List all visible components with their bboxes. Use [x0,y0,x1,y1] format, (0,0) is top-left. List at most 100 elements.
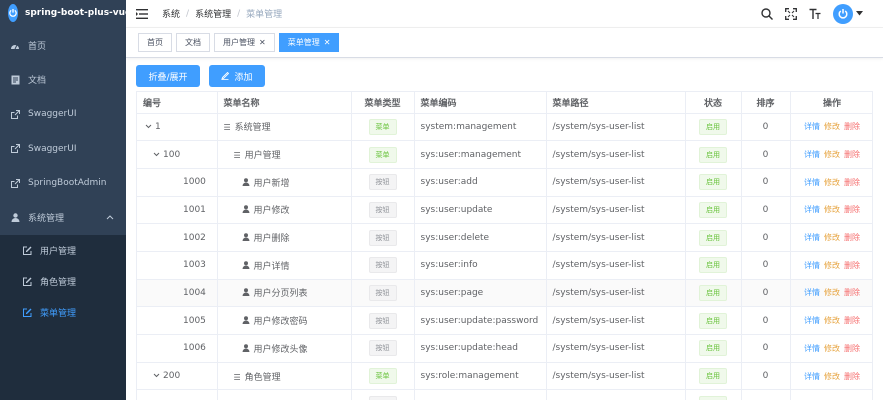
cell-code: sys:user:info [414,251,547,280]
detail-link[interactable]: 详情 [804,288,820,297]
sidebar-item-swaggerui-2[interactable]: SwaggerUI [0,132,126,167]
table-row[interactable]: 1005 用户修改密码 按钮 sys:user:update:password/sys… [137,306,872,335]
delete-link[interactable]: 删除 [844,122,860,131]
cell-type: 按钮 [351,306,415,335]
edit-link[interactable]: 修改 [824,233,840,242]
user-icon [242,288,250,298]
edit-link[interactable]: 修改 [824,205,840,214]
table-row[interactable]: 1004 用户分页列表 按钮 sys:user:page/system/sys-use… [137,279,872,308]
cell-id [137,389,218,400]
user-avatar[interactable] [833,4,863,24]
table-row[interactable]: 1 ☰ 系统管理 菜单 system:management/system/sys-use… [137,113,872,142]
cell-code: sys:user:update:password [414,306,547,335]
type-badge: 菜单 [368,368,397,385]
close-icon[interactable]: ✕ [324,38,331,47]
sidebar-item-home[interactable]: 首页 [0,28,126,63]
chevron-down-icon[interactable] [153,371,163,380]
delete-link[interactable]: 删除 [844,316,860,325]
edit-link[interactable]: 修改 [824,178,840,187]
edit-link[interactable]: 修改 [824,344,840,353]
button-label: 添加 [234,72,253,83]
delete-link[interactable]: 删除 [844,344,860,353]
search-icon[interactable] [761,8,773,20]
sidebar-item-springbootadmin[interactable]: SpringBootAdmin [0,166,126,201]
cell-operations: 详情 修改 删除 [790,362,872,391]
table-row[interactable]: 100 ☰ 用户管理 菜单 sys:user:management/system/sys… [137,140,872,169]
type-badge: 菜单 [368,146,397,163]
delete-link[interactable]: 删除 [844,205,860,214]
table-row[interactable]: 1000 用户新增 按钮 sys:user:add/system/sys-user-l… [137,168,872,197]
edit-link[interactable]: 修改 [824,150,840,159]
dashboard-icon [9,41,21,50]
cell-status: 启用 [685,196,742,225]
detail-link[interactable]: 详情 [804,261,820,270]
table-row[interactable]: 按钮 启用 [137,389,872,400]
sidebar-item-user-management[interactable]: 用户管理 [0,235,126,266]
sidebar-item-role-management[interactable]: 角色管理 [0,266,126,297]
breadcrumb-item[interactable]: 系统管理 [195,7,231,20]
cell-sort: 0 [741,223,791,252]
top-header: 系统 / 系统管理 / 菜单管理 [126,0,883,28]
fullscreen-icon[interactable] [785,8,797,20]
breadcrumb-item[interactable]: 系统 [162,7,180,20]
tag-home[interactable]: 首页 [138,33,172,52]
sidebar-item-swaggerui[interactable]: SwaggerUI [0,97,126,132]
table-row[interactable]: 1003 用户详情 按钮 sys:user:info/system/sys-user-… [137,251,872,280]
status-badge: 启用 [699,368,727,385]
cell-id: 100 [137,140,218,169]
cell-type: 按钮 [351,389,415,400]
cell-path: /system/sys-user-list [546,113,686,142]
cell-path: /system/sys-user-list [546,334,686,363]
status-badge: 启用 [699,257,727,274]
edit-link[interactable]: 修改 [824,288,840,297]
cell-name: 用户删除 [217,223,352,252]
detail-link[interactable]: 详情 [804,316,820,325]
delete-link[interactable]: 删除 [844,372,860,381]
delete-link[interactable]: 删除 [844,261,860,270]
tag-menu-management[interactable]: 菜单管理 ✕ [278,33,340,52]
edit-link[interactable]: 修改 [824,372,840,381]
table-row[interactable]: 1006 用户修改头像 按钮 sys:user:update:head/system/… [137,334,872,363]
tag-user-management[interactable]: 用户管理 ✕ [214,33,275,52]
cell-name: ☰ 用户管理 [217,140,352,169]
table-row[interactable]: 1002 用户删除 按钮 sys:user:delete/system/sys-use… [137,223,872,252]
chevron-down-icon[interactable] [145,122,155,131]
cell-operations: 详情 修改 删除 [790,168,872,197]
hamburger-icon[interactable] [136,7,150,21]
detail-link[interactable]: 详情 [804,205,820,214]
collapse-expand-button[interactable]: 折叠/展开 [136,65,200,87]
delete-link[interactable]: 删除 [844,233,860,242]
cell-code: system:management [414,113,547,142]
close-icon[interactable]: ✕ [259,38,266,47]
detail-link[interactable]: 详情 [804,372,820,381]
detail-link[interactable]: 详情 [804,233,820,242]
add-button[interactable]: 添加 [209,65,265,87]
detail-link[interactable]: 详情 [804,178,820,187]
edit-link[interactable]: 修改 [824,261,840,270]
cell-name: ☰ 系统管理 [217,113,352,142]
cell-type: 按钮 [351,196,415,225]
cell-sort: 0 [741,196,791,225]
sidebar-item-system-management[interactable]: 系统管理 [0,201,126,236]
detail-link[interactable]: 详情 [804,344,820,353]
delete-link[interactable]: 删除 [844,288,860,297]
app-logo[interactable]: spring-boot-plus-vue [0,0,131,26]
delete-link[interactable]: 删除 [844,150,860,159]
sidebar-item-docs[interactable]: 文档 [0,63,126,98]
sidebar-item-menu-management[interactable]: 菜单管理 [0,297,126,328]
column-header: 排序 [741,92,791,114]
detail-link[interactable]: 详情 [804,150,820,159]
cell-operations: 详情 修改 删除 [790,306,872,335]
edit-link[interactable]: 修改 [824,316,840,325]
chevron-down-icon[interactable] [153,150,163,159]
delete-link[interactable]: 删除 [844,178,860,187]
sidebar: spring-boot-plus-vue 首页 文档 SwaggerUI Swa… [0,0,131,400]
detail-link[interactable]: 详情 [804,122,820,131]
edit-link[interactable]: 修改 [824,122,840,131]
tag-docs[interactable]: 文档 [176,33,210,52]
cell-id: 200 [137,362,218,391]
table-row[interactable]: 1001 用户修改 按钮 sys:user:update/system/sys-use… [137,196,872,225]
cell-path [546,389,686,400]
table-row[interactable]: 200 ☰ 角色管理 菜单 sys:role:management/system/sys… [137,362,872,391]
font-size-icon[interactable] [809,8,821,20]
